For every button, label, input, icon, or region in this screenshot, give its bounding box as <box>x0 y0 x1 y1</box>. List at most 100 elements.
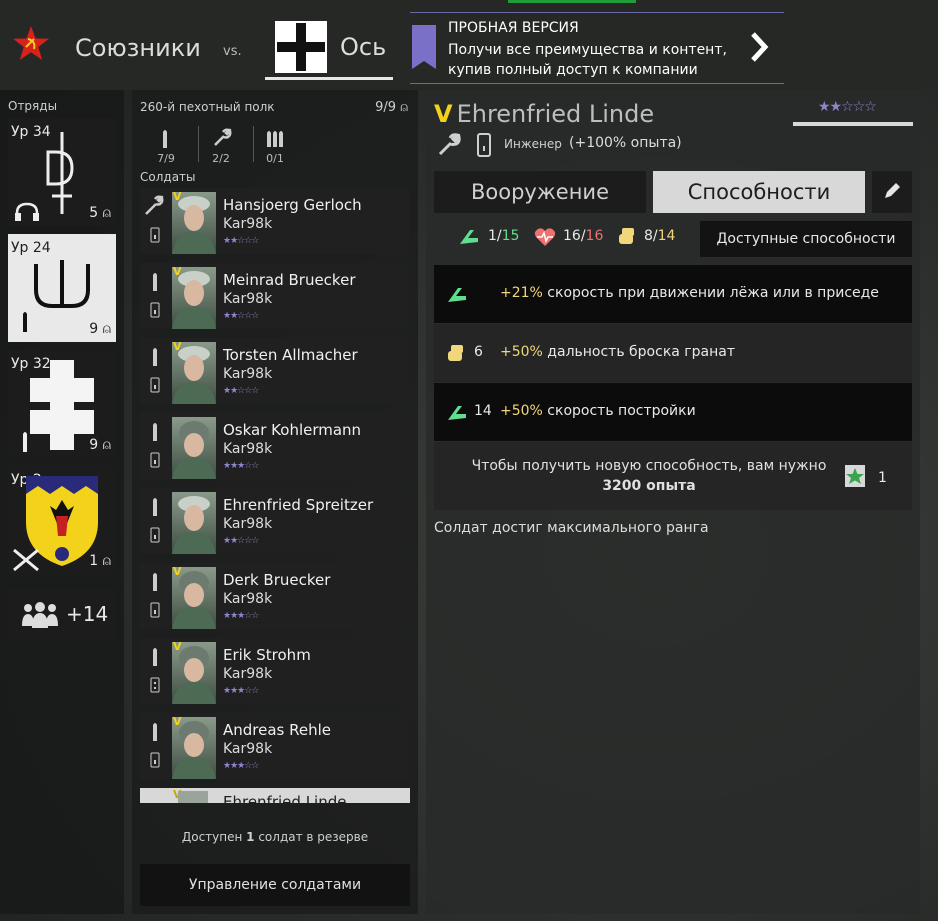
soldier-name: Torsten Allmacher <box>223 346 358 364</box>
soldier-row[interactable]: V Torsten Allmacher Kar98k ★★☆☆☆ <box>140 338 410 404</box>
soldier-row[interactable]: V Meinrad Bruecker Kar98k ★★☆☆☆ <box>140 263 410 329</box>
row-icons <box>140 413 170 479</box>
soldier-row[interactable]: Ehrenfried Spreitzer Kar98k ★★☆☆☆ <box>140 488 410 554</box>
row-icons <box>140 488 170 554</box>
trident-emblem-icon <box>30 260 94 318</box>
soldier-name: Andreas Rehle <box>223 721 332 739</box>
class-count: 2/2 <box>212 152 230 165</box>
veteran-mark: V <box>173 190 182 203</box>
roster-panel: 260-й пехотный полк 9/9 ⍝ 7/9 2/2 0/1 Со… <box>132 90 418 914</box>
squad-count: 1 ⍝ <box>89 553 111 569</box>
squad-card[interactable]: Ур 24 9 ⍝ <box>8 234 116 342</box>
soldier-stars: ★★★☆☆ <box>223 461 259 471</box>
next-ability-cost: 1 <box>878 470 887 486</box>
top-bar: Союзники vs. Ось ПРОБНАЯ ВЕРСИЯ Получи в… <box>0 0 938 90</box>
veteran-mark: V <box>434 100 453 128</box>
row-icons <box>140 563 170 629</box>
tab-weapons[interactable]: Вооружение <box>434 171 646 213</box>
squad-count: 9 ⍝ <box>89 321 111 337</box>
row-icons <box>140 338 170 404</box>
soldier-stars: ★★☆☆☆ <box>223 386 259 396</box>
heart-icon <box>534 227 556 247</box>
soldier-portrait <box>178 791 208 803</box>
ability-text: +21% скорость при движении лёжа или в пр… <box>500 285 879 301</box>
soldier-name: Meinrad Bruecker <box>223 271 356 289</box>
soldier-weapon: Kar98k <box>223 516 273 532</box>
veteran-mark: V <box>173 640 182 653</box>
chevron-right-icon[interactable] <box>748 31 770 63</box>
soldier-stars: ★★☆☆☆ <box>223 311 259 321</box>
star-badge-icon <box>844 464 866 488</box>
ability-text: +50% скорость постройки <box>500 403 696 419</box>
available-abilities-button[interactable]: Доступные способности <box>700 221 912 257</box>
soldier-name: Erik Strohm <box>223 646 311 664</box>
person-icon: ⍝ <box>102 437 111 453</box>
soldier-row[interactable]: Oskar Kohlermann Kar98k ★★★☆☆ <box>140 413 410 479</box>
soldier-row[interactable]: V Hansjoerg Gerloch Kar98k ★★☆☆☆ <box>140 188 410 254</box>
crossed-tools-icon <box>12 548 40 572</box>
axis-tab[interactable]: Ось <box>265 15 393 80</box>
soldier-weapon: Kar98k <box>223 216 273 232</box>
row-icons <box>140 263 170 329</box>
soldier-weapon: Kar98k <box>223 441 273 457</box>
soldier-row[interactable]: V Derk Bruecker Kar98k ★★★☆☆ <box>140 563 410 629</box>
ability-row[interactable]: 6 +50% дальность броска гранат <box>434 324 912 382</box>
speed-icon <box>446 402 468 422</box>
squad-card[interactable]: Ур 32 9 ⍝ <box>8 350 116 458</box>
cross-emblem-icon <box>30 360 94 450</box>
person-icon: ⍝ <box>102 205 111 221</box>
trial-title: ПРОБНАЯ ВЕРСИЯ <box>448 20 579 36</box>
soldier-title: V Ehrenfried Linde <box>434 100 654 128</box>
progress-strip <box>508 0 636 3</box>
vs-label: vs. <box>223 44 242 59</box>
ability-row[interactable]: +21% скорость при движении лёжа или в пр… <box>434 265 912 323</box>
soldier-stars: ★★★☆☆ <box>223 761 259 771</box>
squad-level: Ур 24 <box>11 240 51 256</box>
bullet-icon <box>22 430 28 452</box>
ability-row[interactable]: 14 +50% скорость постройки <box>434 383 912 441</box>
divider <box>253 126 254 162</box>
row-icons <box>140 188 170 254</box>
next-ability-text: Чтобы получить новую способность, вам ну… <box>471 458 827 494</box>
soldier-weapon: Kar98k <box>223 366 273 382</box>
soldier-row-selected[interactable]: V Ehrenfried Linde <box>140 788 410 803</box>
class-count: 7/9 <box>157 152 175 165</box>
ammo-icon <box>265 128 285 148</box>
soldier-class: Инженер <box>504 137 562 151</box>
exp-bonus: (+100% опыта) <box>569 135 682 151</box>
max-rank-text: Солдат достиг максимального ранга <box>434 520 709 536</box>
soldier-stars: ★★☆☆☆ <box>223 236 259 246</box>
class-count: 0/1 <box>266 152 284 165</box>
soldier-weapon: Kar98k <box>223 591 273 607</box>
veteran-mark: V <box>173 265 182 278</box>
regiment-count: 9/9 ⍝ <box>375 100 408 115</box>
veteran-mark: V <box>173 715 182 728</box>
speed-icon <box>446 284 468 304</box>
squad-card[interactable]: Ур 2 1 ⍝ <box>8 466 116 574</box>
trial-banner[interactable]: ПРОБНАЯ ВЕРСИЯ Получи все преимущества и… <box>410 12 784 84</box>
soldier-row[interactable]: V Erik Strohm Kar98k ★★★☆☆ <box>140 638 410 704</box>
soldier-name: Ehrenfried Spreitzer <box>223 496 374 514</box>
person-icon: ⍝ <box>400 100 408 115</box>
more-squads-button[interactable]: +14 <box>8 588 116 642</box>
axis-label: Ось <box>340 33 387 61</box>
allies-label[interactable]: Союзники <box>75 34 201 62</box>
soldier-name: Ehrenfried Linde <box>223 793 347 803</box>
soldier-detail-panel: V Ehrenfried Linde ★★☆☆☆ Инженер (+100% о… <box>426 90 920 914</box>
next-ability-box: Чтобы получить новую способность, вам ну… <box>434 442 912 510</box>
soldier-stars: ★★★☆☆ <box>223 686 259 696</box>
bullet-icon <box>22 310 28 332</box>
manage-soldiers-button[interactable]: Управление солдатами <box>140 864 410 906</box>
soldier-weapon: Kar98k <box>223 291 273 307</box>
regiment-name: 260-й пехотный полк <box>140 100 275 114</box>
edit-button[interactable] <box>872 171 912 213</box>
soldier-stars: ★★★☆☆ <box>223 611 259 621</box>
rank-stars: ★★☆☆☆ <box>818 99 877 115</box>
soldier-row[interactable]: V Andreas Rehle Kar98k ★★★☆☆ <box>140 713 410 779</box>
fist-icon <box>617 226 639 246</box>
trial-text: Получи все преимущества и контент, купив… <box>448 42 727 78</box>
squad-emblem-icon <box>42 132 82 214</box>
squad-card[interactable]: Ур 34 5 ⍝ <box>8 118 116 226</box>
soldier-name: Hansjoerg Gerloch <box>223 196 362 214</box>
tab-abilities[interactable]: Способности <box>653 171 865 213</box>
